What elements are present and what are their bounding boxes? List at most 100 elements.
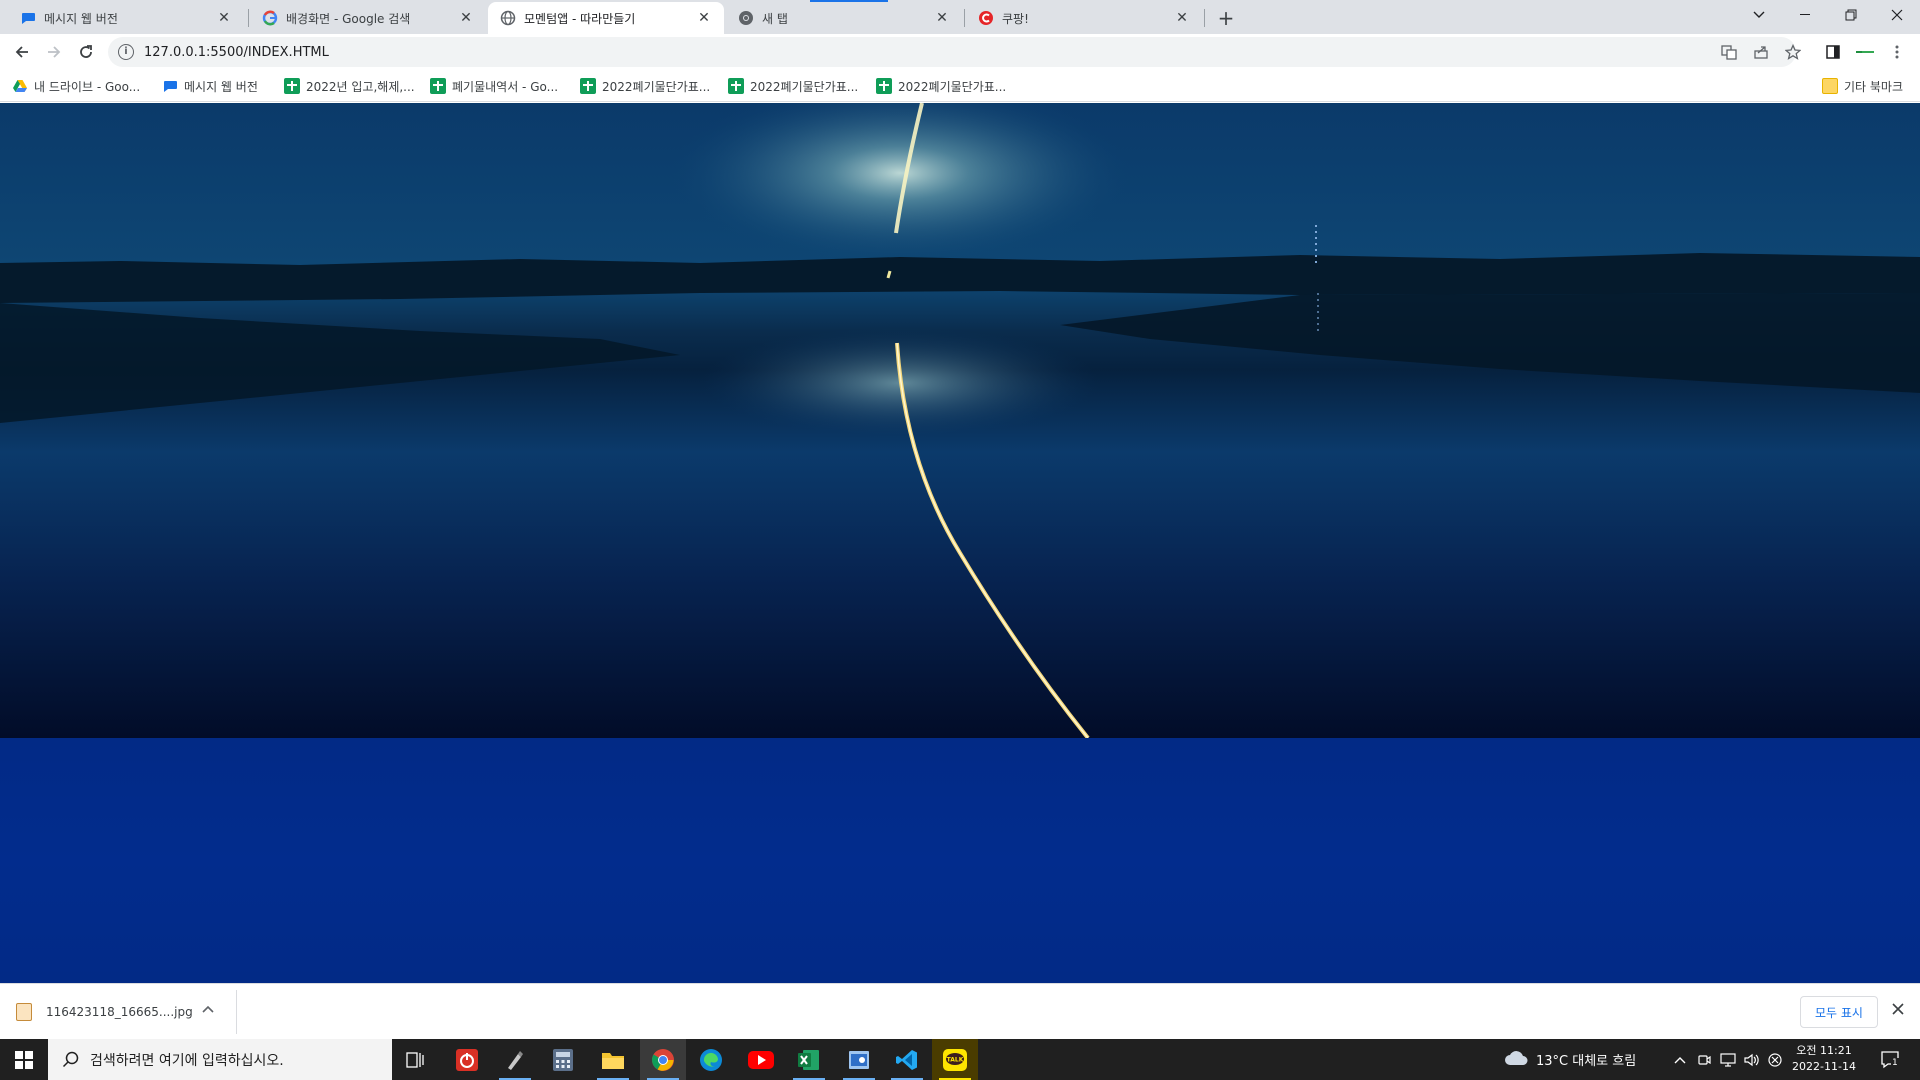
address-bar[interactable]: i 127.0.0.1:5500/INDEX.HTML <box>108 37 1796 67</box>
tab-title: 쿠팡! <box>1002 11 1029 26</box>
minimize-icon[interactable] <box>1782 0 1828 30</box>
share-icon[interactable] <box>1751 42 1771 62</box>
drive-icon <box>12 78 28 94</box>
tab-google-search[interactable]: 배경화면 - Google 검색 ✕ <box>250 2 486 34</box>
close-icon[interactable] <box>1892 1000 1904 1019</box>
other-bookmarks[interactable]: 기타 북마크 <box>1822 76 1903 96</box>
tab-title: 배경화면 - Google 검색 <box>286 11 411 26</box>
bookmark-sheet-price-1[interactable]: 2022폐기물단가표... <box>580 76 710 96</box>
browser-toolbar: i 127.0.0.1:5500/INDEX.HTML <box>0 34 1920 70</box>
coupang-icon <box>978 10 994 26</box>
close-icon[interactable]: ✕ <box>934 10 950 26</box>
bookmark-label: 기타 북마크 <box>1844 79 1904 94</box>
windows-taskbar: 검색하려면 여기에 입력하십시오. TALK 13°C 대체로 흐림 오전 11… <box>0 1039 1920 1080</box>
close-icon[interactable]: ✕ <box>216 10 232 26</box>
meet-icon[interactable] <box>1697 1039 1711 1080</box>
forward-icon[interactable] <box>40 38 68 66</box>
youtube-icon[interactable] <box>738 1039 784 1080</box>
bookmark-label: 2022폐기물단가표... <box>602 79 711 94</box>
tab-title: 모멘텀앱 - 따라만들기 <box>524 11 636 26</box>
kakaotalk-icon[interactable]: TALK <box>932 1039 978 1080</box>
sheets-icon <box>876 78 892 94</box>
extension-icon[interactable] <box>1855 42 1875 62</box>
taskbar-search-input[interactable]: 검색하려면 여기에 입력하십시오. <box>48 1039 392 1080</box>
cloud-icon <box>1504 1050 1528 1070</box>
bookmark-sheet-price-3[interactable]: 2022폐기물단가표... <box>876 76 1006 96</box>
bookmark-label: 2022폐기물단가표... <box>750 79 859 94</box>
edge-icon[interactable] <box>688 1039 734 1080</box>
kebab-menu-icon[interactable] <box>1887 42 1907 62</box>
translate-icon[interactable] <box>1719 42 1739 62</box>
bookmark-label: 메시지 웹 버전 <box>184 79 258 94</box>
restore-icon[interactable] <box>1828 0 1874 30</box>
power-app-icon[interactable] <box>444 1039 490 1080</box>
bookmark-sheet-inventory[interactable]: 2022년 입고,해제,... <box>284 76 415 96</box>
tab-coupang[interactable]: 쿠팡! ✕ <box>966 2 1202 34</box>
tab-divider <box>248 9 249 27</box>
windows-start-icon[interactable] <box>0 1039 48 1080</box>
tab-messages[interactable]: 메시지 웹 버전 ✕ <box>8 2 244 34</box>
site-info-icon[interactable]: i <box>118 44 134 60</box>
bookmark-label: 내 드라이브 - Goo... <box>34 79 141 94</box>
weather-widget[interactable]: 13°C 대체로 흐림 <box>1504 1039 1636 1080</box>
tab-new-tab[interactable]: 새 탭 ✕ <box>726 2 962 34</box>
close-icon[interactable]: ✕ <box>458 10 474 26</box>
google-icon <box>262 10 278 26</box>
bookmark-sheet-price-2[interactable]: 2022폐기물단가표... <box>728 76 858 96</box>
new-tab-button[interactable]: + <box>1214 6 1238 30</box>
tab-title: 새 탭 <box>762 11 788 26</box>
bookmark-label: 2022년 입고,해제,... <box>306 79 415 94</box>
back-icon[interactable] <box>8 38 36 66</box>
image-file-icon <box>16 1003 32 1021</box>
tab-search-icon[interactable] <box>1736 0 1782 30</box>
messages-icon <box>162 78 178 94</box>
weather-text: 13°C 대체로 흐림 <box>1536 1054 1637 1069</box>
bookmark-label: 폐기물내역서 - Go... <box>452 79 559 94</box>
calculator-icon[interactable] <box>540 1039 586 1080</box>
bookmark-star-icon[interactable] <box>1783 42 1803 62</box>
volume-icon[interactable] <box>1744 1039 1760 1080</box>
bookmark-label: 2022폐기물단가표... <box>898 79 1007 94</box>
tray-overflow-icon[interactable] <box>1674 1039 1686 1080</box>
clock-time: 오전 11:21 <box>1796 1044 1852 1057</box>
show-all-downloads-button[interactable]: 모두 표시 <box>1800 996 1878 1028</box>
taskbar-clock[interactable]: 오전 11:21 2022-11-14 <box>1788 1043 1860 1075</box>
reload-icon[interactable] <box>72 38 100 66</box>
notification-icon[interactable]: 1 <box>1880 1049 1900 1069</box>
close-window-icon[interactable] <box>1874 0 1920 30</box>
excel-icon[interactable] <box>786 1039 832 1080</box>
download-item[interactable]: 116423118_16665....jpg <box>16 996 193 1028</box>
notification-count: 1 <box>1891 1058 1899 1068</box>
tab-momentum[interactable]: 모멘텀앱 - 따라만들기 ✕ <box>488 2 724 34</box>
sheets-icon <box>580 78 596 94</box>
tab-strip: 메시지 웹 버전 ✕ 배경화면 - Google 검색 ✕ 모멘텀앱 - 따라만… <box>0 0 1920 34</box>
chevron-up-icon[interactable] <box>202 1002 214 1016</box>
tab-divider <box>964 9 965 27</box>
page-background <box>0 738 1920 983</box>
close-icon[interactable]: ✕ <box>696 10 712 26</box>
bookmark-messages[interactable]: 메시지 웹 버전 <box>162 76 258 96</box>
page-content <box>0 103 1920 983</box>
folder-icon <box>1822 78 1838 94</box>
side-panel-icon[interactable] <box>1823 42 1843 62</box>
sheets-icon <box>284 78 300 94</box>
file-explorer-icon[interactable] <box>590 1039 636 1080</box>
url-text[interactable]: 127.0.0.1:5500/INDEX.HTML <box>144 45 329 60</box>
control-panel-icon[interactable] <box>836 1039 882 1080</box>
pen-tool-icon[interactable] <box>492 1039 538 1080</box>
globe-icon <box>500 10 516 26</box>
download-bar: 116423118_16665....jpg 모두 표시 <box>0 983 1920 1039</box>
svg-text:TALK: TALK <box>947 1056 964 1063</box>
bookmark-sheet-waste-list[interactable]: 폐기물내역서 - Go... <box>430 76 558 96</box>
sheets-icon <box>430 78 446 94</box>
vscode-icon[interactable] <box>884 1039 930 1080</box>
network-icon[interactable] <box>1720 1039 1736 1080</box>
chrome-taskbar-icon[interactable] <box>640 1039 686 1080</box>
tab-divider <box>1204 9 1205 27</box>
bookmark-drive[interactable]: 내 드라이브 - Goo... <box>12 76 140 96</box>
close-icon[interactable]: ✕ <box>1174 10 1190 26</box>
task-view-icon[interactable] <box>392 1039 438 1080</box>
download-file-name: 116423118_16665....jpg <box>46 1005 193 1019</box>
ime-icon[interactable] <box>1768 1039 1782 1080</box>
search-placeholder: 검색하려면 여기에 입력하십시오. <box>90 1052 284 1069</box>
